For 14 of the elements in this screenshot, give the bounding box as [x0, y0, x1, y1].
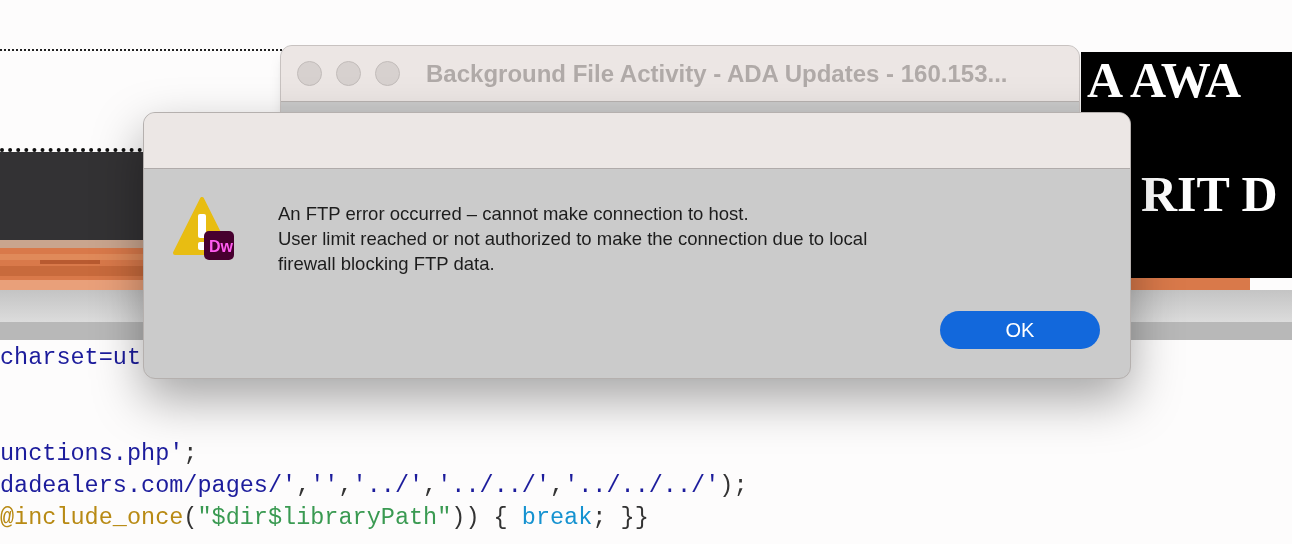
window-title: Background File Activity - ADA Updates - 160.153... — [426, 58, 1008, 89]
code-line: dadealers.com/pages/','','../','../../','../../../'); — [0, 471, 748, 501]
ok-button[interactable]: OK — [940, 311, 1100, 349]
minimize-button[interactable] — [336, 61, 361, 86]
code-line: charset=ut — [0, 343, 142, 373]
banner-heading: A AWA — [1087, 54, 1242, 106]
code-line: unctions.php'; — [0, 439, 198, 469]
app-initials: Dw — [208, 237, 234, 257]
warning-icon — [173, 197, 235, 261]
code-line: @include_once("$dir$libraryPath")) { break; }} — [0, 503, 649, 533]
zoom-button[interactable] — [375, 61, 400, 86]
error-message: An FTP error occurred – cannot make connection to host. User limit reached or not authorized to make the connection due to local firewall blocking FTP data. — [278, 202, 868, 276]
banner-heading: RIT D — [1141, 168, 1278, 220]
close-button[interactable] — [297, 61, 322, 86]
